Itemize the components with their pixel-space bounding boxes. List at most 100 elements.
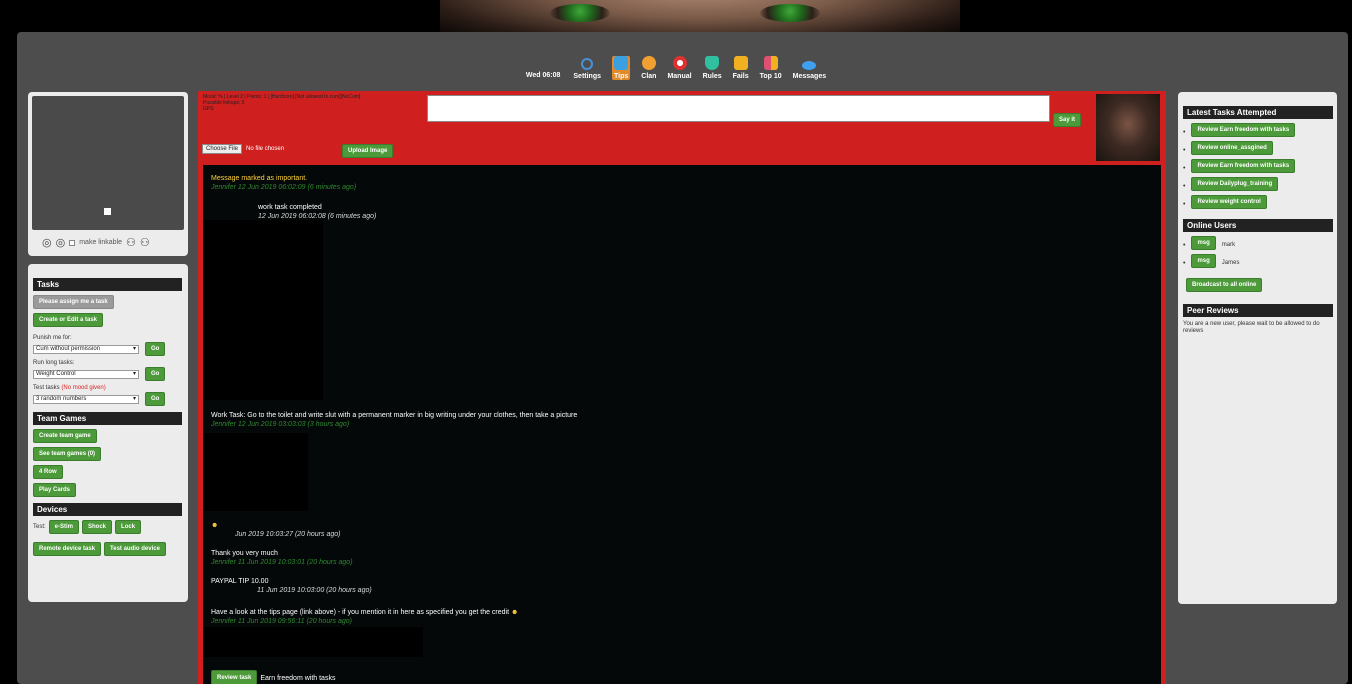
nav-top10[interactable]: Top 10 xyxy=(760,56,782,80)
review-task-link[interactable]: Review Dailyplug_training xyxy=(1191,177,1279,191)
header-banner xyxy=(0,0,1352,32)
four-row-button[interactable]: 4 Row xyxy=(33,465,63,479)
nav-clan-label: Clan xyxy=(641,73,657,80)
review-task-button[interactable]: Review task xyxy=(211,670,258,684)
camera-icon[interactable]: ◎ xyxy=(42,236,52,249)
dropdown-arrow-icon: ▾ xyxy=(132,395,136,402)
shield-icon xyxy=(705,56,720,70)
punish-select[interactable]: Cum without permission ▾ xyxy=(33,344,139,354)
chat-message: Message marked as important. Jennifer 12… xyxy=(211,174,356,192)
choose-file-button[interactable]: Choose File xyxy=(202,144,243,154)
nav-manual[interactable]: Manual xyxy=(667,56,692,80)
chat-message: Have a look at the tips page (link above… xyxy=(211,608,518,626)
message-input[interactable] xyxy=(427,95,1050,122)
status-info: Mood: % | Level 2 | Points: 1 | [Hardcor… xyxy=(203,94,427,112)
status-line-3: GPS xyxy=(203,106,214,112)
punish-label: Punish me for: xyxy=(33,335,72,341)
bullet-icon: • xyxy=(1183,146,1186,154)
avatar-card: ◎ ◎ make linkable ⚇ ⚇ xyxy=(28,92,188,256)
online-users-list: • msg mark • msg James xyxy=(1183,236,1333,272)
review-task-link[interactable]: Review online_assgined xyxy=(1191,141,1273,155)
chat-log: Message marked as important. Jennifer 12… xyxy=(203,165,1161,684)
upload-image-button[interactable]: Upload Image xyxy=(342,144,394,158)
create-task-button[interactable]: Create or Edit a task xyxy=(33,313,104,327)
nav-fails[interactable]: Fails xyxy=(733,56,749,80)
run-select-value: Weight Control xyxy=(36,370,76,377)
trash-icon xyxy=(733,56,748,70)
run-go-button[interactable]: Go xyxy=(145,367,166,381)
chat-message-text: work task completed xyxy=(258,204,322,211)
dropdown-arrow-icon: ▾ xyxy=(132,370,136,377)
make-linkable-checkbox[interactable] xyxy=(69,239,76,246)
avatar-placeholder-icon xyxy=(104,208,111,215)
chat-message: PAYPAL TIP 10.00 11 Jun 2019 10:03:00 (2… xyxy=(211,577,372,595)
create-team-game-button[interactable]: Create team game xyxy=(33,429,97,443)
remote-device-task-button[interactable]: Remote device task xyxy=(33,542,102,556)
chat-image[interactable] xyxy=(203,220,323,400)
test-audio-device-button[interactable]: Test audio device xyxy=(104,542,166,556)
banner-eye-right xyxy=(760,4,820,22)
test-label-text: Test tasks xyxy=(33,385,60,391)
lock-button[interactable]: Lock xyxy=(115,520,142,534)
bullet-icon: • xyxy=(1183,182,1186,190)
clan-icon xyxy=(641,56,656,70)
assign-task-button[interactable]: Please assign me a task xyxy=(33,295,114,309)
bullet-icon: • xyxy=(1183,128,1186,136)
nav-manual-label: Manual xyxy=(667,73,692,80)
msg-button[interactable]: msg xyxy=(1191,254,1216,268)
list-item: • Review Earn freedom with tasks xyxy=(1183,123,1333,141)
devices-header: Devices xyxy=(33,503,182,516)
camera-plus-icon[interactable]: ◎ xyxy=(56,236,66,249)
chat-message: work task completed 12 Jun 2019 06:02:08… xyxy=(258,203,376,221)
play-cards-button[interactable]: Play Cards xyxy=(33,483,77,497)
test-go-button[interactable]: Go xyxy=(145,392,166,406)
user-name[interactable]: James xyxy=(1222,260,1240,266)
chat-image[interactable] xyxy=(203,433,308,511)
chat-message-text: PAYPAL TIP 10.00 xyxy=(211,578,269,585)
tasks-header: Tasks xyxy=(33,278,182,291)
nav-tips[interactable]: Tips xyxy=(612,56,631,80)
nav-rules[interactable]: Rules xyxy=(703,56,722,80)
avatar[interactable] xyxy=(32,96,184,230)
nav-settings[interactable]: Settings xyxy=(573,58,601,80)
chat-message-meta: Jennifer 11 Jun 2019 09:56:11 (20 hours … xyxy=(211,618,353,625)
punish-go-button[interactable]: Go xyxy=(145,342,166,356)
clock-time: Wed 06:08 xyxy=(525,72,561,79)
top-nav: Wed 06:08 Settings Tips Clan Manual Rule… xyxy=(0,50,1352,80)
link-users-icon[interactable]: ⚇ xyxy=(126,236,136,249)
nav-clan[interactable]: Clan xyxy=(641,56,656,80)
chat-image[interactable] xyxy=(203,627,423,657)
run-select[interactable]: Weight Control ▾ xyxy=(33,369,139,379)
peer-reviews-header: Peer Reviews xyxy=(1183,304,1333,317)
msg-button[interactable]: msg xyxy=(1191,236,1216,250)
see-team-games-button[interactable]: See team games (0) xyxy=(33,447,102,461)
review-task-link[interactable]: Review weight control xyxy=(1191,195,1267,209)
list-item: • Review online_assgined xyxy=(1183,141,1333,159)
nav-messages-label: Messages xyxy=(792,73,827,80)
chat-message-text: Message marked as important. xyxy=(211,175,308,182)
unlink-users-icon[interactable]: ⚇ xyxy=(140,236,150,249)
test-note: (No mood given) xyxy=(61,385,106,391)
say-it-button[interactable]: Say it xyxy=(1053,113,1082,127)
right-sidebar: Latest Tasks Attempted • Review Earn free… xyxy=(1178,92,1337,604)
team-games-header: Team Games xyxy=(33,412,182,425)
chat-message-meta: Jun 2019 10:03:27 (20 hours ago) xyxy=(235,531,341,538)
test-select[interactable]: 3 random numbers ▾ xyxy=(33,394,139,404)
nav-settings-label: Settings xyxy=(573,73,602,80)
broadcast-button[interactable]: Broadcast to all online xyxy=(1186,278,1263,292)
chat-message: Work Task: Go to the toilet and write sl… xyxy=(211,411,577,429)
chat-message: ☻ Jun 2019 10:03:27 (20 hours ago) xyxy=(211,521,340,539)
list-item: • Review weight control xyxy=(1183,195,1333,213)
blocks-icon xyxy=(763,56,778,70)
user-name[interactable]: mark xyxy=(1222,242,1235,248)
estim-button[interactable]: e-Stim xyxy=(48,520,80,534)
list-item: • msg James xyxy=(1183,254,1333,272)
test-select-value: 3 random numbers xyxy=(36,395,87,402)
review-task-link[interactable]: Review Earn freedom with tasks xyxy=(1191,159,1296,173)
tips-icon xyxy=(614,56,629,70)
online-users-header: Online Users xyxy=(1183,219,1333,232)
shock-button[interactable]: Shock xyxy=(82,520,113,534)
nav-messages[interactable]: Messages xyxy=(793,56,826,80)
list-item: • Review Dailyplug_training xyxy=(1183,177,1333,195)
review-task-link[interactable]: Review Earn freedom with tasks xyxy=(1191,123,1296,137)
